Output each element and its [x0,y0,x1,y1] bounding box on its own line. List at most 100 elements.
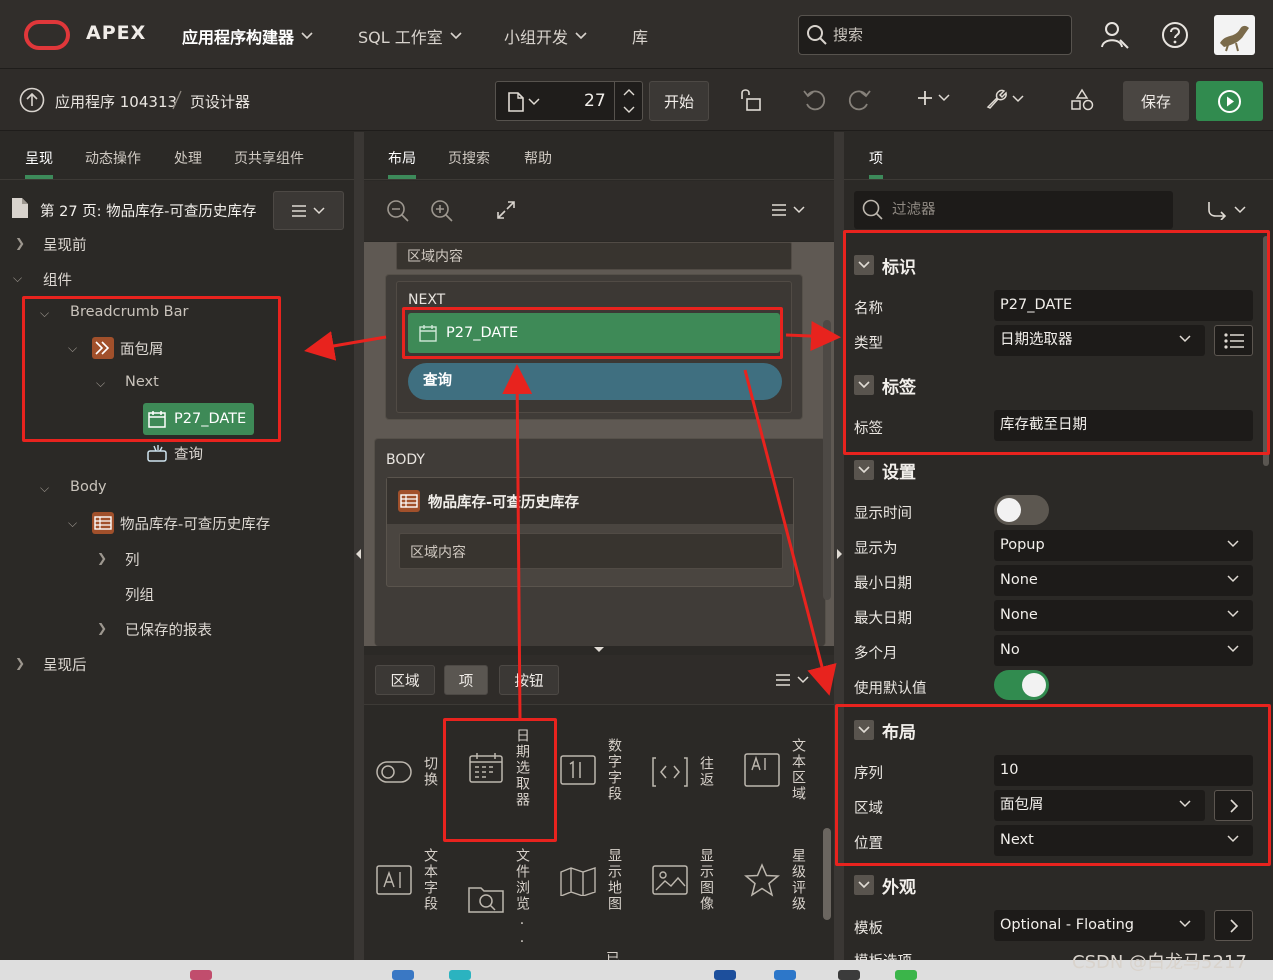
gallery-item-file-browse[interactable]: 文件浏览.. [468,848,532,948]
tree-node-pre-rendering[interactable]: 呈现前 [43,234,87,255]
left-splitter[interactable] [354,132,364,960]
chevron-down-icon[interactable]: ⌵ [40,306,49,321]
prop-name-input[interactable]: P27_DATE [994,290,1253,321]
canvas-scrollbar[interactable] [823,320,831,600]
chevron-right-icon[interactable]: ❯ [97,551,107,565]
chevron-right-icon[interactable]: ❯ [15,236,25,250]
taskbar-app-icon[interactable] [392,970,414,980]
tab-layout[interactable]: 布局 [388,148,416,179]
tab-page-shared-components[interactable]: 页共享组件 [234,148,304,168]
gallery-item-star-rating[interactable]: 星级评级 [744,848,808,912]
canvas-resize-handle-icon[interactable] [593,646,605,654]
property-scrollbar[interactable] [1263,236,1269,466]
chevron-down-icon[interactable]: ⌵ [96,376,105,391]
tree-node-p27-date-selected[interactable]: P27_DATE [143,403,255,435]
prop-use-defaults-toggle[interactable] [994,670,1049,700]
gallery-item-display-image[interactable]: 显示图像 [652,848,716,912]
shared-components-icon[interactable] [1069,87,1095,113]
tab-page-search[interactable]: 页搜索 [448,148,490,168]
region-content-drop-zone-body[interactable]: 区域内容 [399,533,783,569]
gallery-item-display-map[interactable]: 显示地图 [560,848,624,912]
go-to-region-button[interactable] [1214,790,1253,821]
tab-dynamic-actions[interactable]: 动态操作 [85,148,141,168]
user-avatar[interactable] [1214,15,1255,55]
nav-gallery[interactable]: 库 [632,24,648,48]
taskbar-app-icon[interactable] [190,970,212,980]
prop-region-select[interactable]: 面包屑 [994,790,1205,821]
arrow-up-circle-icon[interactable] [19,87,45,113]
chevron-down-icon[interactable]: ⌵ [13,271,22,286]
go-button[interactable]: 开始 [649,81,709,121]
expand-icon[interactable] [495,199,517,221]
tree-node-report-region[interactable]: 物品库存-可查历史库存 [92,512,270,534]
oracle-logo-icon[interactable] [24,20,70,50]
property-filter-input[interactable]: 过滤器 [854,191,1173,229]
region-content-drop-zone-top[interactable]: 区域内容 [396,242,792,270]
prop-min-date-select[interactable]: None [994,565,1253,596]
utilities-menu-button[interactable] [984,87,1024,111]
gallery-item-text-field[interactable]: 文本字段 [376,848,440,912]
go-to-group-button[interactable] [1206,200,1246,220]
tree-node-components[interactable]: 组件 [43,269,72,290]
query-button-component[interactable]: 查询 [408,363,782,400]
tree-node-saved-reports[interactable]: 已保存的报表 [125,619,212,640]
taskbar-app-icon[interactable] [774,970,796,980]
gallery-tab-regions[interactable]: 区域 [375,665,435,695]
tab-processing[interactable]: 处理 [174,148,202,168]
prop-multiple-months-select[interactable]: No [994,635,1253,666]
section-identification-header[interactable]: 标识 [854,250,916,280]
search-input[interactable]: 搜索 [798,15,1072,55]
breadcrumb-app-link[interactable]: 应用程序 104313 [55,91,177,112]
page-stepper[interactable] [614,82,643,120]
gallery-tab-items[interactable]: 项 [444,665,488,695]
layout-canvas[interactable]: 区域内容 NEXT P27_DATE 查询 BODY 物品库存-可查历史库存 区… [364,242,834,646]
tree-node-column-groups[interactable]: 列组 [125,584,154,605]
chevron-right-icon[interactable]: ❯ [97,621,107,635]
section-label-header[interactable]: 标签 [854,370,916,400]
prop-sequence-input[interactable]: 10 [994,755,1253,786]
user-admin-icon[interactable] [1100,20,1130,50]
tree-node-columns[interactable]: 列 [125,549,140,570]
taskbar-app-icon[interactable] [714,970,736,980]
tree-node-breadcrumb-bar[interactable]: Breadcrumb Bar [70,304,188,320]
layout-menu-icon[interactable] [770,203,810,217]
gallery-scrollbar[interactable] [823,828,831,920]
gallery-item-switch[interactable]: 切换 [376,756,440,788]
section-appearance-header[interactable]: 外观 [854,870,916,900]
p27-date-item-component[interactable]: P27_DATE [408,313,780,353]
create-menu-button[interactable] [916,89,950,107]
gallery-item-textarea[interactable]: 文本区域 [744,738,808,802]
gallery-tab-buttons[interactable]: 按钮 [499,665,559,695]
tree-node-query-button[interactable]: 查询 [146,442,203,464]
tree-node-post-rendering[interactable]: 呈现后 [43,654,87,675]
chevron-down-icon[interactable]: ⌵ [68,341,77,356]
gallery-menu-icon[interactable] [774,673,814,687]
taskbar-app-icon[interactable] [838,970,860,980]
tree-node-breadcrumb-region[interactable]: 面包屑 [92,337,164,359]
run-page-button[interactable] [1196,81,1263,121]
gallery-item-date-picker[interactable]: 日期选取器 [468,728,532,808]
prop-max-date-select[interactable]: None [994,600,1253,631]
zoom-in-icon[interactable] [430,199,454,223]
chevron-down-icon[interactable]: ⌵ [68,516,77,531]
gallery-item-shuttle[interactable]: 往返 [652,756,716,788]
save-button[interactable]: 保存 [1123,81,1189,121]
section-layout-header[interactable]: 布局 [854,715,916,745]
report-region-box[interactable]: 物品库存-可查历史库存 区域内容 [386,477,794,587]
chevron-right-icon[interactable]: ❯ [15,656,25,670]
prop-label-input[interactable]: 库存截至日期 [994,410,1253,441]
prop-position-select[interactable]: Next [994,825,1253,856]
taskbar-app-icon[interactable] [449,970,471,980]
type-list-button[interactable] [1214,325,1253,356]
undo-icon[interactable] [802,87,828,113]
tab-rendering[interactable]: 呈现 [25,148,53,179]
prop-type-select[interactable]: 日期选取器 [994,325,1205,356]
nav-app-builder[interactable]: 应用程序构建器 [182,24,314,48]
page-number-input[interactable]: 27 [584,91,606,111]
prop-display-as-select[interactable]: Popup [994,530,1253,561]
tree-menu-button[interactable] [273,191,344,230]
chevron-down-icon[interactable]: ⌵ [40,481,49,496]
lock-page-icon[interactable] [738,87,764,113]
page-selector[interactable]: 27 [495,81,643,121]
page-tree-title[interactable]: 第 27 页: 物品库存-可查历史库存 [40,200,256,221]
